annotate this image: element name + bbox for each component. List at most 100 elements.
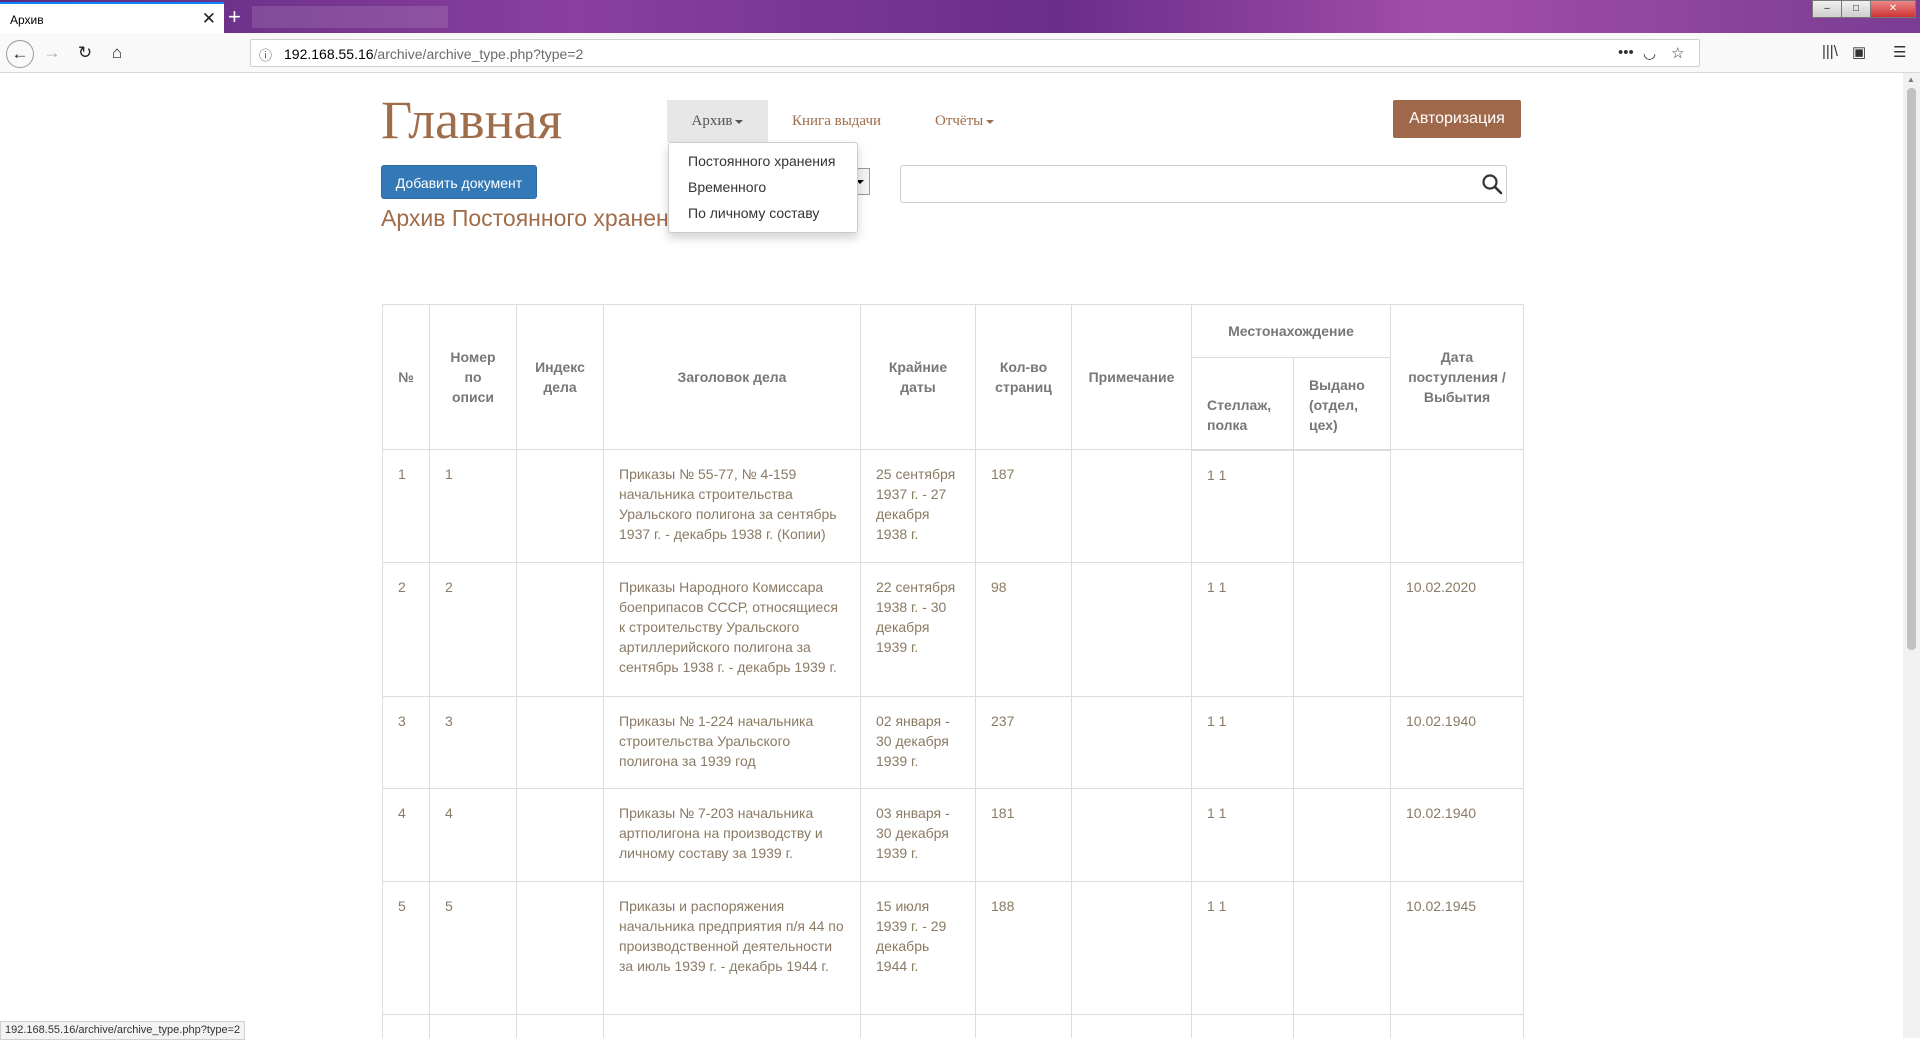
cell-shelf: 1 1 [1191,449,1294,563]
tab-close-icon[interactable]: ✕ [202,9,216,29]
col-header-dates[interactable]: Крайние даты [860,304,976,450]
col-header-issued[interactable]: Выдано (отдел, цех) [1293,357,1391,451]
table-row[interactable]: 5 5 Приказы и распоряжения начальника пред… [382,881,1524,1015]
cell-received: 10.02.2020 [1390,562,1524,697]
auth-button[interactable]: Авторизация [1393,100,1521,138]
nav-books-link[interactable]: Книга выдачи [792,100,881,142]
window-close-button[interactable]: ✕ [1870,0,1916,18]
cell-dates: 22 сентября 1938 г. - 30 декабря 1939 г. [860,562,976,697]
reload-icon[interactable]: ↻ [73,41,97,65]
dropdown-item-permanent[interactable]: Постоянного хранения [688,153,835,169]
back-arrow-icon[interactable]: ← [6,40,34,68]
tab-bar: Архив ✕ + – □ ✕ [0,0,1920,33]
cell-pages: 237 [975,696,1072,789]
vertical-scrollbar[interactable]: ▲ [1903,73,1920,1038]
cell-dates: 15 июля 1939 г. - 29 декабрь 1944 г. [860,881,976,1015]
bookmark-star-icon[interactable]: ☆ [1671,44,1684,62]
cell-issued [1293,449,1391,563]
dropdown-item-temporary[interactable]: Временного [688,179,766,195]
cell-note [1071,1014,1192,1038]
nav-archive-label: Архив [691,113,733,129]
cell-received: 10.02.1940 [1390,696,1524,789]
new-tab-icon[interactable]: + [228,4,241,30]
forward-arrow-icon[interactable]: → [40,41,64,65]
table-row[interactable]: 1 1 Приказы № 55-77, № 4-159 начальника ст… [382,449,1524,563]
col-header-num[interactable]: № [382,304,430,450]
page-title: Архив Постоянного хранения [381,205,695,231]
browser-toolbar: ← → ↻ ⌂ ⓘ 192.168.55.16/archive/archive_… [0,33,1920,73]
library-icon[interactable]: |||\ [1822,43,1838,60]
tab-archive[interactable]: Архив ✕ [0,2,224,33]
cell-inv [429,1014,517,1038]
window-maximize-button[interactable]: □ [1841,0,1871,18]
cell-shelf: 1 1 [1191,788,1294,882]
status-bar: 192.168.55.16/archive/archive_type.php?t… [0,1021,246,1040]
col-header-title[interactable]: Заголовок дела [603,304,861,450]
cell-index [516,788,604,882]
cell-title: Приказы № 7-203 начальника артполигона н… [603,788,861,882]
table-row[interactable]: 2 2 Приказы Народного Комиссара боеприпасо… [382,562,1524,697]
cell-note [1071,881,1192,1015]
search-input[interactable] [900,165,1507,203]
col-header-received[interactable]: Дата поступления / Выбытия [1390,304,1524,450]
hamburger-menu-icon[interactable]: ☰ [1893,43,1906,61]
scroll-thumb[interactable] [1907,88,1916,650]
cell-pages: 188 [975,881,1072,1015]
cell-pages: 98 [975,562,1072,697]
cell-shelf: 1 1 [1191,562,1294,697]
url-bar[interactable]: ⓘ 192.168.55.16/archive/archive_type.php… [250,39,1700,67]
search-icon[interactable] [1481,173,1503,195]
cell-received: 10.02.1945 [1390,881,1524,1015]
cell-issued [1293,788,1391,882]
cell-note [1071,696,1192,789]
cell-inv: 5 [429,881,517,1015]
col-header-index[interactable]: Индекс дела [516,304,604,450]
window-minimize-button[interactable]: – [1812,0,1842,18]
cell-shelf [1191,1014,1294,1038]
cell-issued [1293,562,1391,697]
home-icon[interactable]: ⌂ [105,41,129,65]
cell-num: 1 [382,449,430,563]
pocket-icon[interactable]: ◡ [1643,44,1656,62]
caret-down-icon [986,119,995,124]
page-viewport: Главная Архив Книга выдачи Отчёты Автори… [0,73,1903,1038]
background-tab[interactable] [252,6,448,28]
cell-pages: 187 [975,449,1072,563]
table-body: 1 1 Приказы № 55-77, № 4-159 начальника ст… [382,449,1524,1038]
cell-index [516,449,604,563]
dropdown-item-personnel[interactable]: По личному составу [688,205,819,221]
scroll-up-arrow-icon[interactable]: ▲ [1907,75,1915,84]
url-path: /archive/archive_type.php?type=2 [373,46,584,62]
nav-archive-menu[interactable]: Архив [667,100,768,142]
col-header-note[interactable]: Примечание [1071,304,1192,450]
cell-dates [860,1014,976,1038]
cell-title: Приказы № 55-77, № 4-159 начальника стро… [603,449,861,563]
col-header-inventory[interactable]: Номер по описи [429,304,517,450]
cell-shelf: 1 1 [1191,881,1294,1015]
url-text[interactable]: 192.168.55.16/archive/archive_type.php?t… [284,46,583,62]
table-row[interactable]: 4 4 Приказы № 7-203 начальника артполигона… [382,788,1524,882]
cell-received: 10.02.1940 [1390,788,1524,882]
sidebar-icon[interactable]: ▣ [1852,43,1866,61]
nav-reports-menu[interactable]: Отчёты [935,100,995,142]
cell-inv: 3 [429,696,517,789]
table-row[interactable] [382,1014,1524,1038]
cell-dates: 03 января - 30 декабря 1939 г. [860,788,976,882]
site-info-icon[interactable]: ⓘ [259,45,272,64]
cell-title: Приказы № 1-224 начальника строительства… [603,696,861,789]
page-actions-icon[interactable]: ••• [1618,44,1634,61]
cell-num: 2 [382,562,430,697]
cell-issued [1293,696,1391,789]
cell-title: Приказы и распоряжения начальника предпр… [603,881,861,1015]
cell-issued [1293,1014,1391,1038]
cell-index [516,696,604,789]
site-title[interactable]: Главная [381,89,562,151]
col-header-location: Местонахождение [1191,304,1391,358]
col-header-pages[interactable]: Кол-во страниц [975,304,1072,450]
cell-issued [1293,881,1391,1015]
cell-received [1390,449,1524,563]
add-document-button[interactable]: Добавить документ [381,165,537,199]
table-row[interactable]: 3 3 Приказы № 1-224 начальника строительст… [382,696,1524,789]
cell-inv: 4 [429,788,517,882]
col-header-shelf[interactable]: Стеллаж, полка [1191,357,1294,451]
